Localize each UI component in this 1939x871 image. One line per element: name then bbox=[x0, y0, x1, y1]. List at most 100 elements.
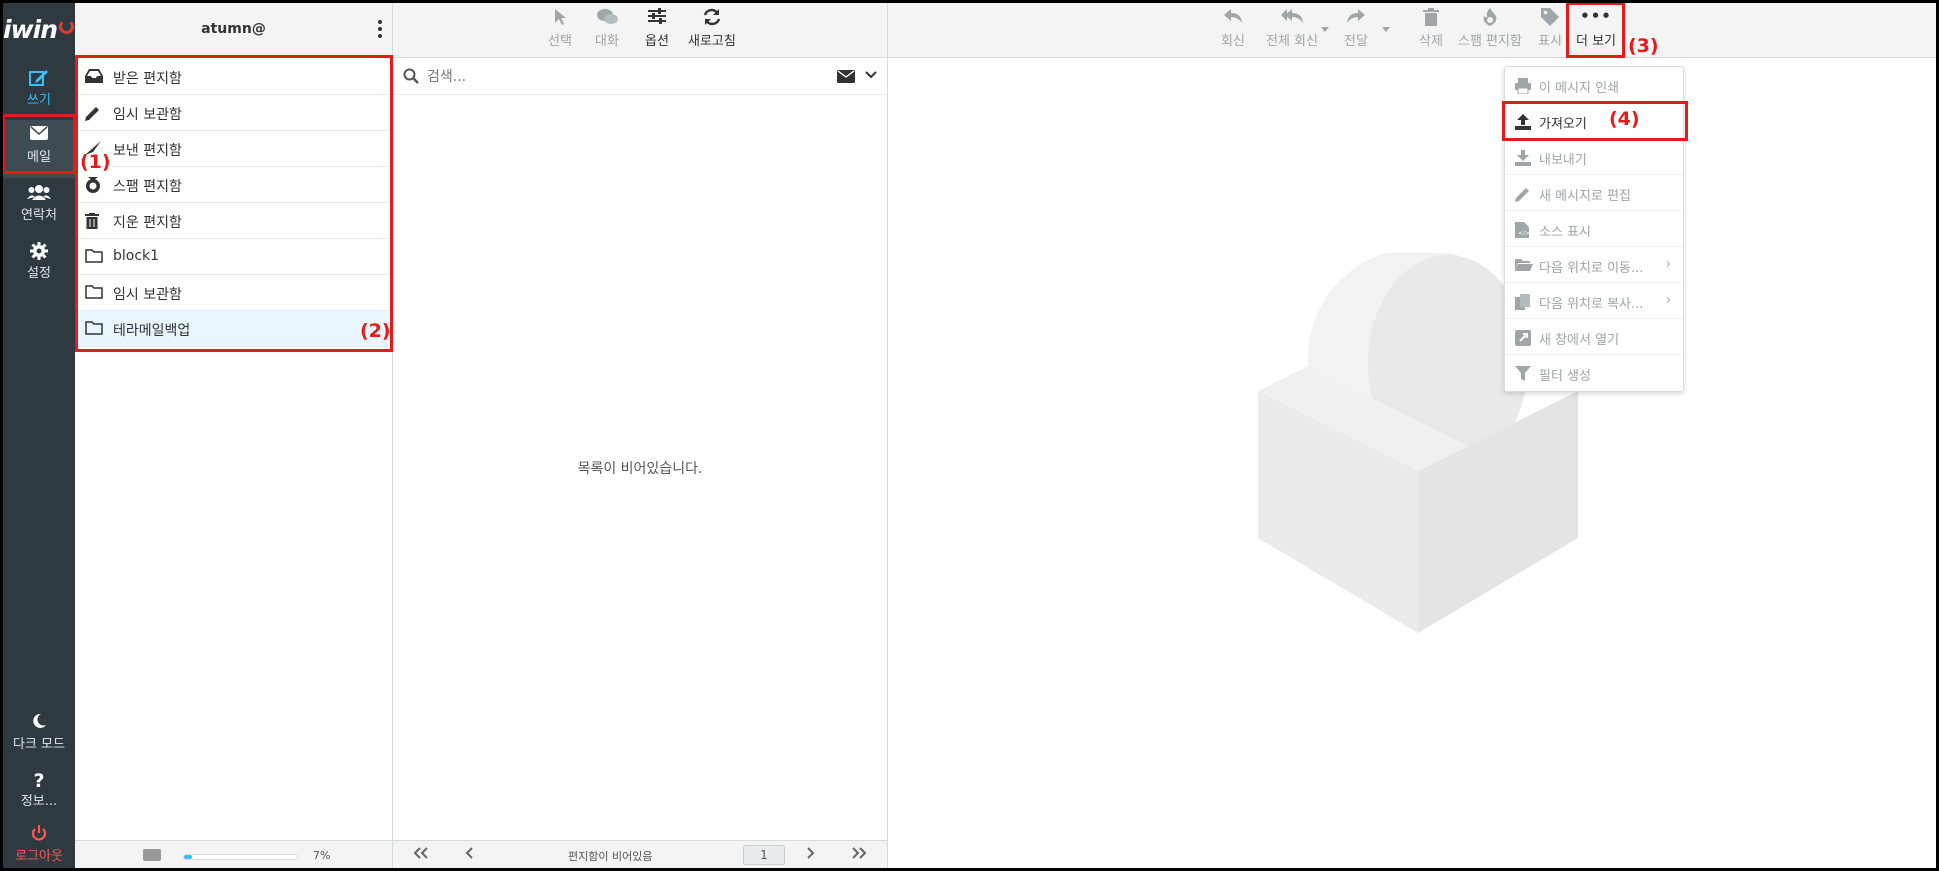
delete-label: 삭제 bbox=[1419, 34, 1443, 49]
account-name: atumn@ bbox=[201, 21, 266, 37]
preview-panel: 회신 전체 회신 전달 삭제 스팸 편지함 표시 ••• 더 보기 bbox=[888, 3, 1936, 868]
folder-actions-icon[interactable] bbox=[374, 17, 386, 41]
about-button[interactable]: ? 정보... bbox=[3, 764, 75, 822]
logo-text: iwin bbox=[3, 15, 58, 44]
annotation-box-1 bbox=[3, 114, 76, 174]
quota-bar: 7% bbox=[75, 840, 392, 868]
tag-icon bbox=[1538, 8, 1562, 30]
dark-mode-button[interactable]: 다크 모드 bbox=[3, 707, 75, 765]
users-icon bbox=[3, 178, 75, 204]
mark-button[interactable]: 표시 bbox=[1538, 8, 1562, 49]
annotation-box-4 bbox=[1502, 101, 1688, 141]
threads-label: 대화 bbox=[595, 34, 619, 49]
folder-open-icon bbox=[1515, 258, 1533, 274]
menu-item-label: 다음 위치로 복사... bbox=[1539, 297, 1644, 312]
settings-label: 설정 bbox=[27, 266, 51, 281]
fire-icon bbox=[1458, 8, 1522, 30]
compose-button[interactable]: 쓰기 bbox=[3, 63, 75, 121]
last-page-icon[interactable] bbox=[851, 847, 867, 862]
annotation-box-3 bbox=[1566, 3, 1625, 58]
menu-item[interactable]: 이 메시지 인쇄 bbox=[1505, 67, 1683, 103]
delete-button[interactable]: 삭제 bbox=[1419, 8, 1443, 49]
first-page-icon[interactable] bbox=[413, 847, 429, 862]
comments-icon bbox=[595, 8, 619, 30]
compose-icon bbox=[3, 63, 75, 89]
forward-button[interactable]: 전달 bbox=[1344, 8, 1368, 49]
menu-item-label: 소스 표시 bbox=[1539, 225, 1591, 240]
quota-fill bbox=[184, 855, 192, 859]
page-number-input[interactable]: 1 bbox=[743, 845, 785, 865]
prev-page-icon[interactable] bbox=[465, 847, 475, 862]
dark-mode-label: 다크 모드 bbox=[13, 737, 65, 752]
reply-icon bbox=[1221, 8, 1245, 30]
options-button[interactable]: 옵션 bbox=[645, 8, 669, 49]
next-page-icon[interactable] bbox=[805, 847, 815, 862]
refresh-label: 새로고침 bbox=[688, 34, 736, 49]
forward-caret-icon[interactable] bbox=[1382, 27, 1390, 32]
settings-button[interactable]: 설정 bbox=[3, 236, 75, 294]
sliders-icon bbox=[645, 8, 669, 30]
mark-spam-button[interactable]: 스팸 편지함 bbox=[1458, 8, 1522, 49]
power-icon bbox=[3, 819, 75, 845]
svg-text:</>: </> bbox=[1518, 230, 1529, 237]
menu-item-label: 필터 생성 bbox=[1539, 369, 1591, 384]
gear-icon bbox=[3, 236, 75, 262]
about-label: 정보... bbox=[20, 794, 58, 809]
filter-icon bbox=[1515, 366, 1531, 382]
annotation-label-2: (2) bbox=[360, 320, 391, 342]
reply-label: 회신 bbox=[1221, 34, 1245, 49]
chevron-right-icon: › bbox=[1665, 257, 1671, 272]
contacts-label: 연락처 bbox=[21, 208, 57, 223]
external-link-icon bbox=[1515, 330, 1531, 346]
message-toolbar: 회신 전체 회신 전달 삭제 스팸 편지함 표시 ••• 더 보기 bbox=[888, 3, 1936, 58]
menu-item[interactable]: 필터 생성 bbox=[1505, 355, 1683, 391]
annotation-label-4: (4) bbox=[1609, 108, 1640, 130]
annotation-label-3: (3) bbox=[1628, 35, 1659, 57]
menu-item-label: 새 메시지로 편집 bbox=[1539, 189, 1631, 204]
menu-item-label: 새 창에서 열기 bbox=[1539, 333, 1620, 348]
forward-icon bbox=[1344, 8, 1368, 30]
threads-button[interactable]: 대화 bbox=[595, 8, 619, 49]
app-window: iwin 쓰기 메일 연락처 설정 다크 모드 ? 정보... 로그아웃 atu… bbox=[3, 3, 1936, 868]
menu-item-label: 다음 위치로 이동... bbox=[1539, 261, 1644, 276]
logout-button[interactable]: 로그아웃 bbox=[3, 819, 75, 868]
menu-item[interactable]: 새 창에서 열기 bbox=[1505, 319, 1683, 355]
refresh-icon bbox=[688, 8, 736, 30]
menu-item-label: 내보내기 bbox=[1539, 153, 1587, 168]
menu-item[interactable]: </> 소스 표시 bbox=[1505, 211, 1683, 247]
disk-icon bbox=[143, 849, 161, 861]
forward-label: 전달 bbox=[1344, 34, 1368, 49]
reply-all-button[interactable]: 전체 회신 bbox=[1266, 8, 1318, 49]
select-button[interactable]: 선택 bbox=[548, 8, 572, 49]
chevron-right-icon: › bbox=[1665, 293, 1671, 308]
message-count: 편지함이 비어있음 bbox=[568, 850, 653, 863]
mark-label: 표시 bbox=[1538, 34, 1562, 49]
chevron-down-icon[interactable] bbox=[865, 69, 877, 85]
contacts-button[interactable]: 연락처 bbox=[3, 178, 75, 236]
reply-button[interactable]: 회신 bbox=[1221, 8, 1245, 49]
select-label: 선택 bbox=[548, 34, 572, 49]
logo-mark-icon bbox=[59, 19, 74, 34]
logout-label: 로그아웃 bbox=[15, 849, 63, 864]
menu-item[interactable]: 다음 위치로 복사... › bbox=[1505, 283, 1683, 319]
moon-icon bbox=[3, 707, 75, 733]
menu-item[interactable]: 새 메시지로 편집 bbox=[1505, 175, 1683, 211]
menu-item[interactable]: 다음 위치로 이동... › bbox=[1505, 247, 1683, 283]
empty-list-message: 목록이 비어있습니다. bbox=[577, 461, 703, 477]
options-label: 옵션 bbox=[645, 34, 669, 49]
cursor-icon bbox=[548, 8, 572, 30]
compose-label: 쓰기 bbox=[27, 93, 51, 108]
menu-item[interactable]: 내보내기 bbox=[1505, 139, 1683, 175]
quota-progress bbox=[183, 854, 298, 860]
menu-item-label: 이 메시지 인쇄 bbox=[1539, 81, 1620, 96]
trash-icon bbox=[1419, 8, 1443, 30]
logo: iwin bbox=[3, 15, 75, 49]
search-input[interactable] bbox=[427, 67, 807, 87]
search-scope-envelope-icon[interactable] bbox=[837, 70, 855, 87]
printer-icon bbox=[1515, 78, 1531, 95]
message-list-panel: 선택 대화 옵션 새로고침 목록이 비어있습니다. bbox=[393, 3, 888, 868]
list-toolbar: 선택 대화 옵션 새로고침 bbox=[393, 3, 887, 58]
quota-percent: 7% bbox=[313, 849, 331, 862]
reply-all-caret-icon[interactable] bbox=[1321, 27, 1329, 32]
refresh-button[interactable]: 새로고침 bbox=[688, 8, 736, 49]
